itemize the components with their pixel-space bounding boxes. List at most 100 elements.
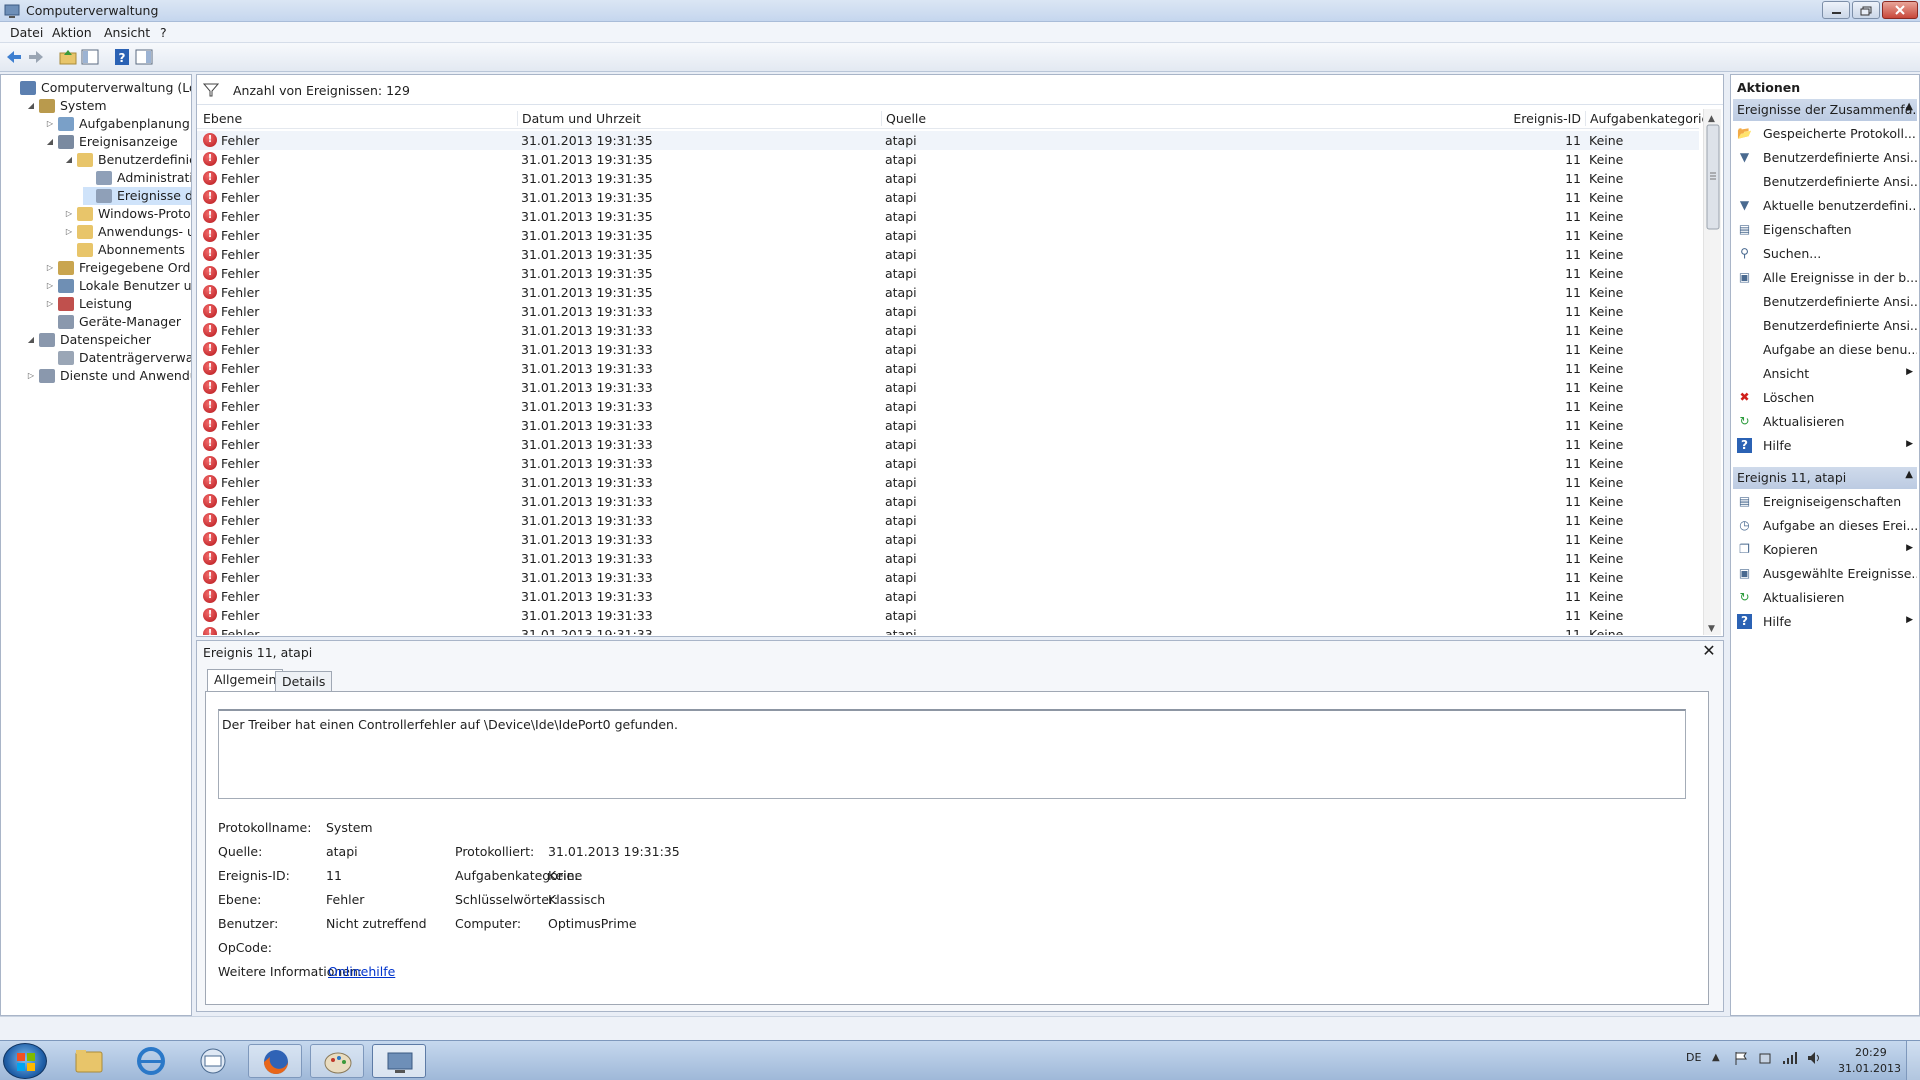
action-item[interactable]: Ansicht ▶ xyxy=(1733,363,1917,385)
table-row[interactable]: ! Fehler 31.01.2013 19:31:35 atapi 11 Keine xyxy=(197,207,1699,226)
expand-arrow-icon[interactable]: ▷ xyxy=(45,295,55,313)
action-item[interactable]: ✖ Löschen xyxy=(1733,387,1917,409)
table-row[interactable]: ! Fehler 31.01.2013 19:31:35 atapi 11 Keine xyxy=(197,188,1699,207)
table-row[interactable]: ! Fehler 31.01.2013 19:31:33 atapi 11 Keine xyxy=(197,473,1699,492)
event-list-scrollbar[interactable]: ▲ ▼ xyxy=(1703,109,1721,635)
show-hide-tree-icon[interactable] xyxy=(80,47,100,67)
restore-button[interactable] xyxy=(1852,1,1880,19)
mail-client-taskbar-icon[interactable] xyxy=(186,1044,240,1078)
table-row[interactable]: ! Fehler 31.01.2013 19:31:35 atapi 11 Keine xyxy=(197,169,1699,188)
tree-item[interactable]: Geräte-Manager xyxy=(45,313,181,331)
expand-arrow-icon[interactable]: ▷ xyxy=(45,277,55,295)
network-icon[interactable] xyxy=(1782,1050,1798,1069)
start-button[interactable] xyxy=(3,1043,47,1079)
expand-arrow-icon[interactable]: ▷ xyxy=(45,259,55,277)
close-detail-icon[interactable]: ✕ xyxy=(1699,641,1719,660)
clock-date[interactable]: 31.01.2013 xyxy=(1838,1062,1901,1075)
action-item[interactable]: ❐ Kopieren ▶ xyxy=(1733,539,1917,561)
firefox-taskbar-icon[interactable] xyxy=(248,1044,302,1078)
device-icon[interactable] xyxy=(1758,1050,1772,1069)
table-row[interactable]: ! Fehler 31.01.2013 19:31:33 atapi 11 Keine xyxy=(197,492,1699,511)
table-row[interactable]: ! Fehler 31.01.2013 19:31:33 atapi 11 Keine xyxy=(197,549,1699,568)
paint-taskbar-icon[interactable] xyxy=(310,1044,364,1078)
tree-item[interactable]: ▷ Aufgabenplanung xyxy=(45,115,190,133)
computer-management-taskbar-icon[interactable] xyxy=(372,1044,426,1078)
table-row[interactable]: ! Fehler 31.01.2013 19:31:33 atapi 11 Keine xyxy=(197,625,1699,635)
action-item[interactable]: Benutzerdefinierte Ansi... xyxy=(1733,291,1917,313)
expand-arrow-icon[interactable]: ▷ xyxy=(64,223,74,241)
table-row[interactable]: ! Fehler 31.01.2013 19:31:33 atapi 11 Keine xyxy=(197,511,1699,530)
expand-arrow-icon[interactable]: ▷ xyxy=(45,115,55,133)
column-event-id[interactable]: Ereignis-ID xyxy=(1361,111,1581,126)
table-row[interactable]: ! Fehler 31.01.2013 19:31:33 atapi 11 Keine xyxy=(197,587,1699,606)
tree-item[interactable]: Datenträgerverwaltung xyxy=(45,349,191,367)
show-hide-action-pane-icon[interactable] xyxy=(134,47,154,67)
table-row[interactable]: ! Fehler 31.01.2013 19:31:35 atapi 11 Keine xyxy=(197,131,1699,150)
table-row[interactable]: ! Fehler 31.01.2013 19:31:35 atapi 11 Keine xyxy=(197,150,1699,169)
table-row[interactable]: ! Fehler 31.01.2013 19:31:33 atapi 11 Keine xyxy=(197,568,1699,587)
action-item[interactable]: ⚲ Suchen... xyxy=(1733,243,1917,265)
action-item[interactable]: Benutzerdefinierte Ansi... xyxy=(1733,171,1917,193)
tree-item[interactable]: ▷ Anwendungs- und D xyxy=(64,223,191,241)
explorer-taskbar-icon[interactable] xyxy=(62,1044,116,1078)
column-datetime[interactable]: Datum und Uhrzeit xyxy=(517,111,641,126)
tree-item[interactable]: Abonnements xyxy=(64,241,185,259)
table-row[interactable]: ! Fehler 31.01.2013 19:31:35 atapi 11 Keine xyxy=(197,245,1699,264)
tree-item[interactable]: ◢ System xyxy=(26,97,107,115)
tree-item[interactable]: ◢ Ereignisanzeige xyxy=(45,133,178,151)
expand-arrow-icon[interactable]: ▷ xyxy=(64,205,74,223)
collapse-arrow-icon[interactable]: ◢ xyxy=(26,97,36,115)
tree-item[interactable]: Administrative E xyxy=(83,169,191,187)
action-item[interactable]: ▼ Benutzerdefinierte Ansi... xyxy=(1733,147,1917,169)
collapse-arrow-icon[interactable]: ◢ xyxy=(45,133,55,151)
show-hidden-icons-icon[interactable]: ▲ xyxy=(1712,1052,1720,1063)
forward-icon[interactable] xyxy=(26,47,46,67)
action-item[interactable]: ? Hilfe ▶ xyxy=(1733,611,1917,633)
action-item[interactable]: 📂 Gespeicherte Protokoll... xyxy=(1733,123,1917,145)
actions-section-event[interactable]: Ereignis 11, atapi ▲ xyxy=(1733,467,1917,489)
table-row[interactable]: ! Fehler 31.01.2013 19:31:33 atapi 11 Keine xyxy=(197,359,1699,378)
up-folder-icon[interactable] xyxy=(58,47,78,67)
column-category[interactable]: Aufgabenkategorie xyxy=(1585,111,1709,126)
action-item[interactable]: ▣ Ausgewählte Ereignisse... xyxy=(1733,563,1917,585)
table-row[interactable]: ! Fehler 31.01.2013 19:31:33 atapi 11 Keine xyxy=(197,378,1699,397)
volume-icon[interactable] xyxy=(1806,1050,1822,1069)
show-desktop-button[interactable] xyxy=(1906,1041,1920,1080)
table-row[interactable]: ! Fehler 31.01.2013 19:31:33 atapi 11 Keine xyxy=(197,397,1699,416)
action-item[interactable]: ▤ Ereigniseigenschaften xyxy=(1733,491,1917,513)
tree-item[interactable]: ▷ Windows-Protokolle xyxy=(64,205,191,223)
action-center-flag-icon[interactable] xyxy=(1734,1050,1748,1069)
collapse-arrow-icon[interactable]: ◢ xyxy=(64,151,74,169)
table-row[interactable]: ! Fehler 31.01.2013 19:31:35 atapi 11 Keine xyxy=(197,264,1699,283)
collapse-arrow-icon[interactable]: ◢ xyxy=(26,331,36,349)
table-row[interactable]: ! Fehler 31.01.2013 19:31:33 atapi 11 Keine xyxy=(197,435,1699,454)
tree-item[interactable]: ▷ Freigegebene Ordner xyxy=(45,259,191,277)
language-indicator[interactable]: DE xyxy=(1686,1051,1701,1064)
actions-section-view[interactable]: Ereignisse der Zusammenfa... ▲ xyxy=(1733,99,1917,121)
menu-ansicht[interactable]: Ansicht xyxy=(104,25,150,40)
help-icon[interactable]: ? xyxy=(112,47,132,67)
menu-help[interactable]: ? xyxy=(160,25,167,40)
tree-item[interactable]: ▷ Leistung xyxy=(45,295,132,313)
table-row[interactable]: ! Fehler 31.01.2013 19:31:33 atapi 11 Keine xyxy=(197,340,1699,359)
table-row[interactable]: ! Fehler 31.01.2013 19:31:33 atapi 11 Keine xyxy=(197,606,1699,625)
menu-datei[interactable]: Datei xyxy=(10,25,43,40)
action-item[interactable]: ▼ Aktuelle benutzerdefini... xyxy=(1733,195,1917,217)
tree-item[interactable]: Computerverwaltung (Lokal) xyxy=(7,79,191,97)
action-item[interactable]: Benutzerdefinierte Ansi... xyxy=(1733,315,1917,337)
menu-aktion[interactable]: Aktion xyxy=(52,25,92,40)
clock-time[interactable]: 20:29 xyxy=(1855,1046,1887,1059)
tree-item[interactable]: ▷ Dienste und Anwendungen xyxy=(26,367,191,385)
online-help-link[interactable]: Onlinehilfe xyxy=(328,964,395,979)
action-item[interactable]: ▤ Eigenschaften xyxy=(1733,219,1917,241)
tree-item[interactable]: ◢ Datenspeicher xyxy=(26,331,151,349)
table-row[interactable]: ! Fehler 31.01.2013 19:31:35 atapi 11 Keine xyxy=(197,226,1699,245)
table-row[interactable]: ! Fehler 31.01.2013 19:31:35 atapi 11 Keine xyxy=(197,283,1699,302)
tab-details[interactable]: Details xyxy=(275,671,333,692)
tab-allgemein[interactable]: Allgemein xyxy=(207,669,284,692)
table-row[interactable]: ! Fehler 31.01.2013 19:31:33 atapi 11 Keine xyxy=(197,321,1699,340)
column-level[interactable]: Ebene xyxy=(203,111,242,126)
action-item[interactable]: ? Hilfe ▶ xyxy=(1733,435,1917,457)
action-item[interactable]: ↻ Aktualisieren xyxy=(1733,411,1917,433)
minimize-button[interactable] xyxy=(1822,1,1850,19)
